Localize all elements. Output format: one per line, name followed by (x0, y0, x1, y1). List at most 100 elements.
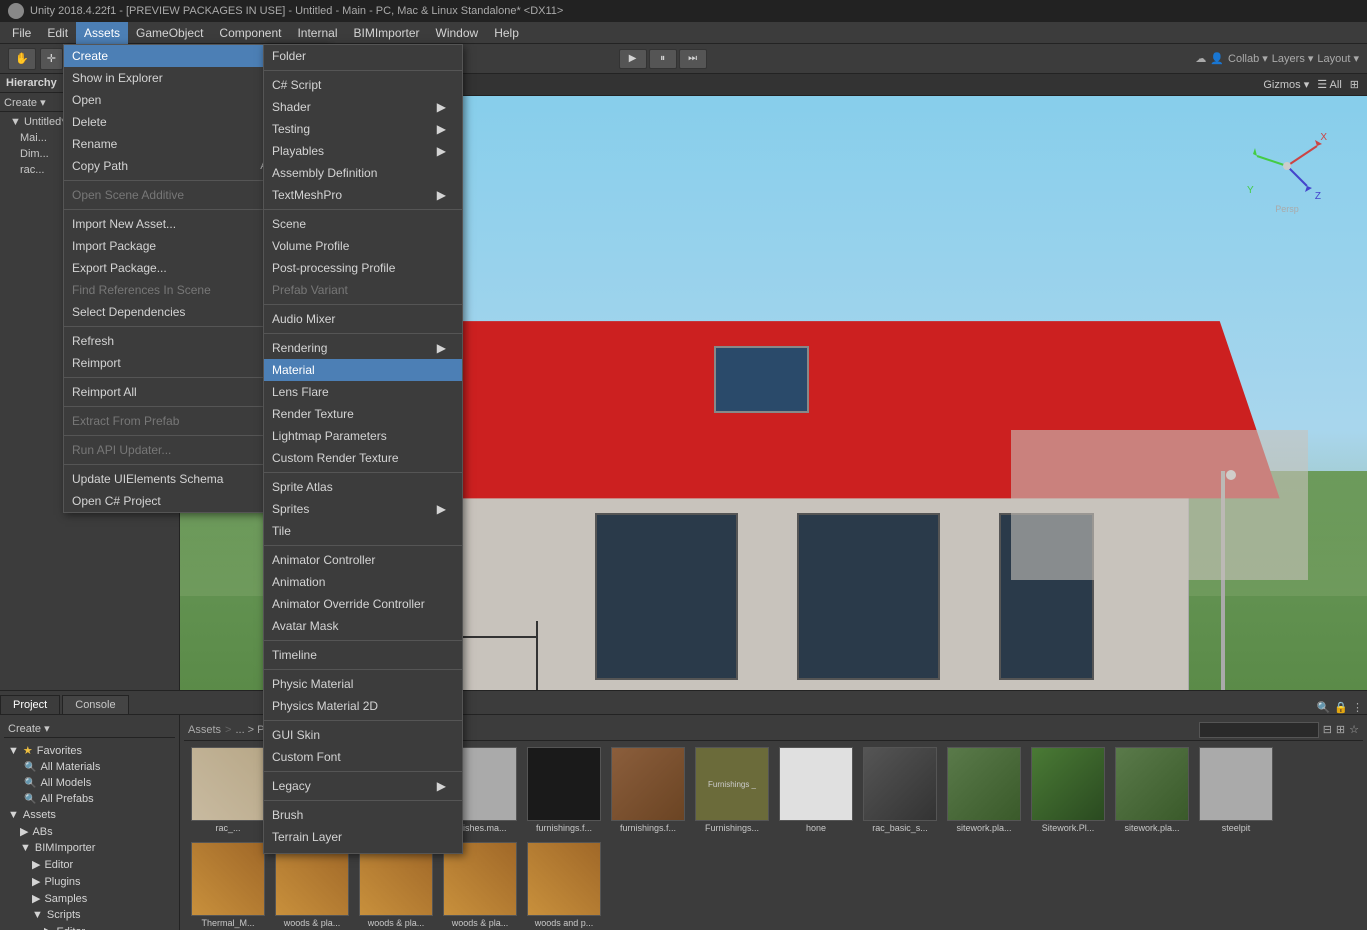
asset-item-item12[interactable]: sitework.pla... (1112, 745, 1192, 836)
play-button[interactable]: ▶ (619, 49, 647, 69)
playables-item[interactable]: Playables ▶ (264, 140, 462, 162)
viewport-maximize-btn[interactable]: ⊞ (1350, 78, 1359, 91)
timeline-item[interactable]: Timeline (264, 644, 462, 666)
assets-section[interactable]: ▼ Assets (4, 807, 175, 823)
menu-component[interactable]: Component (211, 22, 289, 44)
menu-edit[interactable]: Edit (39, 22, 76, 44)
scene-item[interactable]: Scene (264, 213, 462, 235)
project-create-btn[interactable]: Create ▾ (8, 723, 50, 735)
animator-controller-item[interactable]: Animator Controller (264, 549, 462, 571)
asset-item-item9[interactable]: rac_basic_s... (860, 745, 940, 836)
asset-item-item1[interactable]: rac_... (188, 745, 268, 836)
menu-bimimporter[interactable]: BIMImporter (345, 22, 427, 44)
all-prefabs-label: All Prefabs (40, 793, 93, 805)
render-texture-item[interactable]: Render Texture (264, 403, 462, 425)
uielements-editor-item: UIElements Editor Window (264, 848, 462, 854)
hierarchy-create-btn[interactable]: Create ▾ (4, 97, 46, 109)
asset-item-item10[interactable]: sitework.pla... (944, 745, 1024, 836)
testing-item[interactable]: Testing ▶ (264, 118, 462, 140)
samples-item[interactable]: ▶ Samples (28, 890, 175, 907)
all-materials-item[interactable]: 🔍 All Materials (20, 759, 175, 775)
volume-profile-item[interactable]: Volume Profile (264, 235, 462, 257)
shader-item[interactable]: Shader ▶ (264, 96, 462, 118)
project-search-input[interactable] (1199, 722, 1319, 738)
custom-render-texture-item[interactable]: Custom Render Texture (264, 447, 462, 469)
gizmos-btn[interactable]: Gizmos ▾ (1263, 78, 1309, 91)
all-layers-btn[interactable]: ☰ All (1317, 78, 1342, 91)
menu-file[interactable]: File (4, 22, 39, 44)
tab-console[interactable]: Console (62, 695, 128, 714)
brush-divider (264, 800, 462, 801)
all-models-item[interactable]: 🔍 All Models (20, 775, 175, 791)
scene-divider (264, 209, 462, 210)
lightmap-params-item[interactable]: Lightmap Parameters (264, 425, 462, 447)
assets-label: Assets (23, 809, 56, 821)
gui-divider (264, 720, 462, 721)
custom-font-item[interactable]: Custom Font (264, 746, 462, 768)
textmeshpro-item[interactable]: TextMeshPro ▶ (264, 184, 462, 206)
asset-label-item6: furnishings.f... (620, 823, 676, 834)
menu-gameobject[interactable]: GameObject (128, 22, 211, 44)
material-item[interactable]: Material (264, 359, 462, 381)
asset-item-item11[interactable]: Sitework.Pl... (1028, 745, 1108, 836)
physics-material-2d-item[interactable]: Physics Material 2D (264, 695, 462, 717)
asset-item-item8[interactable]: hone (776, 745, 856, 836)
physic-material-item[interactable]: Physic Material (264, 673, 462, 695)
legacy-item[interactable]: Legacy ▶ (264, 775, 462, 797)
asset-item-item6[interactable]: furnishings.f... (608, 745, 688, 836)
assets-breadcrumb[interactable]: Assets (188, 724, 221, 736)
asset-thumb-item1 (191, 747, 265, 821)
project-search-icon: 🔍 (1317, 701, 1331, 714)
abs-arrow: ▶ (20, 825, 28, 838)
scripts-editor-item[interactable]: ▶ Editor (40, 923, 175, 930)
tab-project[interactable]: Project (0, 695, 60, 714)
asset-item-item18[interactable]: woods and p... (524, 840, 604, 930)
favorites-section[interactable]: ▼ ★ Favorites (4, 742, 175, 759)
csharp-script-item[interactable]: C# Script (264, 74, 462, 96)
search-icon3: 🔍 (24, 794, 36, 805)
prefab-variant-item: Prefab Variant (264, 279, 462, 301)
tile-item[interactable]: Tile (264, 520, 462, 542)
toolbar-hand-btn[interactable]: ✋ (8, 48, 36, 70)
asset-item-item5[interactable]: furnishings.f... (524, 745, 604, 836)
step-button[interactable]: ⏭ (679, 49, 707, 69)
asset-item-item7[interactable]: Furnishings _Furnishings... (692, 745, 772, 836)
project-lock-icon: 🔒 (1334, 701, 1348, 714)
animator-override-item[interactable]: Animator Override Controller (264, 593, 462, 615)
asset-label-item15: woods & pla... (284, 918, 341, 929)
scripts-item[interactable]: ▼ Scripts (28, 907, 175, 923)
abs-item[interactable]: ▶ ABs (16, 823, 175, 840)
cs-divider (264, 70, 462, 71)
bimimporter-label: BIMImporter (35, 842, 96, 854)
folder-item[interactable]: Folder (264, 45, 462, 67)
plugins-item[interactable]: ▶ Plugins (28, 873, 175, 890)
asset-thumb-item9 (863, 747, 937, 821)
menu-window[interactable]: Window (428, 22, 487, 44)
bimimporter-item[interactable]: ▼ BIMImporter (16, 840, 175, 856)
assets-arrow: ▼ (8, 809, 19, 821)
gui-skin-item[interactable]: GUI Skin (264, 724, 462, 746)
asset-item-item14[interactable]: Thermal_M... (188, 840, 268, 930)
asset-item-item13[interactable]: steelpit (1196, 745, 1276, 836)
editor-item[interactable]: ▶ Editor (28, 856, 175, 873)
assembly-def-item[interactable]: Assembly Definition (264, 162, 462, 184)
animation-item[interactable]: Animation (264, 571, 462, 593)
toolbar-move-btn[interactable]: ✛ (40, 48, 63, 70)
terrain-layer-item[interactable]: Terrain Layer (264, 826, 462, 848)
audio-mixer-item[interactable]: Audio Mixer (264, 308, 462, 330)
menu-assets[interactable]: Assets (76, 22, 128, 44)
pause-button[interactable]: ⏸ (649, 49, 677, 69)
asset-thumb-item12 (1115, 747, 1189, 821)
menu-help[interactable]: Help (486, 22, 527, 44)
asset-thumb-item11 (1031, 747, 1105, 821)
gizmo-widget: X Z Y Persp (1247, 126, 1327, 206)
post-processing-item[interactable]: Post-processing Profile (264, 257, 462, 279)
lens-flare-item[interactable]: Lens Flare (264, 381, 462, 403)
sprite-atlas-item[interactable]: Sprite Atlas (264, 476, 462, 498)
avatar-mask-item[interactable]: Avatar Mask (264, 615, 462, 637)
rendering-item[interactable]: Rendering ▶ (264, 337, 462, 359)
menu-internal[interactable]: Internal (289, 22, 345, 44)
sprites-item[interactable]: Sprites ▶ (264, 498, 462, 520)
all-prefabs-item[interactable]: 🔍 All Prefabs (20, 791, 175, 807)
brush-item[interactable]: Brush (264, 804, 462, 826)
